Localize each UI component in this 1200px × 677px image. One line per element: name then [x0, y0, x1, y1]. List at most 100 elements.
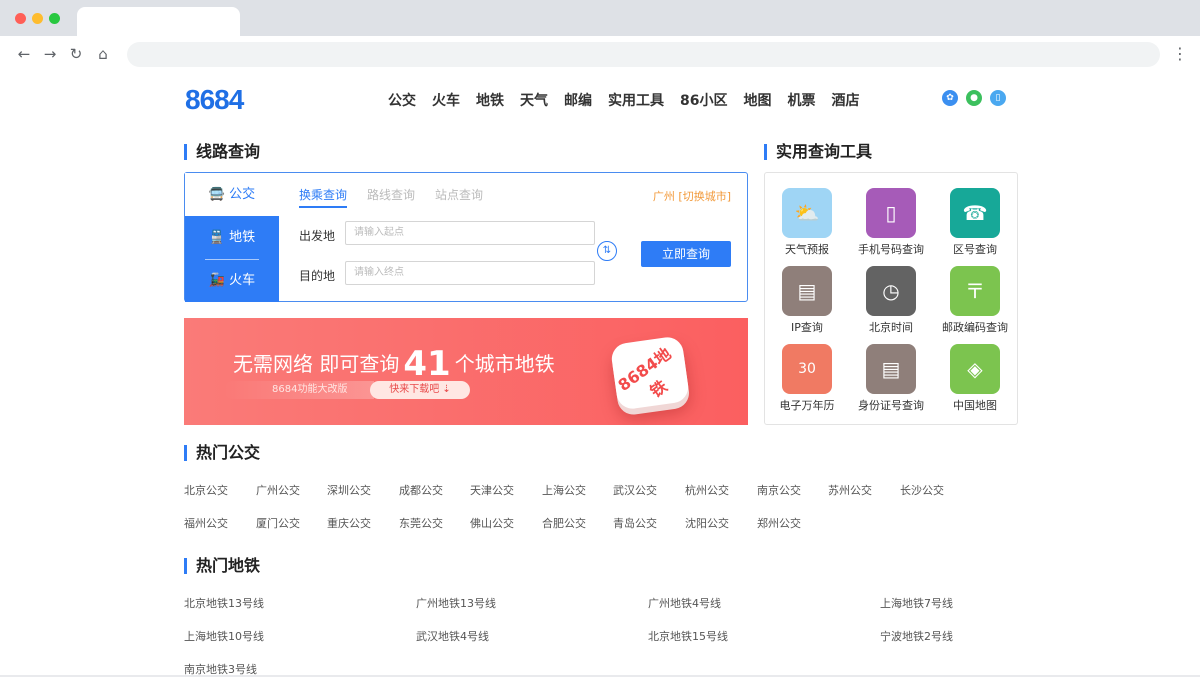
- nav-tools[interactable]: 实用工具: [608, 90, 664, 110]
- tool-beijing-time[interactable]: ◷ 北京时间: [849, 266, 933, 336]
- hot-bus-link[interactable]: 武汉公交: [613, 482, 657, 498]
- hot-bus-link[interactable]: 合肥公交: [542, 515, 586, 531]
- site-logo[interactable]: 8684: [185, 84, 244, 116]
- wechat-icon[interactable]: ●: [966, 90, 982, 106]
- tool-calendar[interactable]: 30 电子万年历: [765, 344, 849, 414]
- telephone-icon: ☎: [950, 188, 1000, 238]
- maximize-window-button[interactable]: [49, 13, 60, 24]
- tab-transfer-query[interactable]: 换乘查询: [299, 186, 348, 208]
- nav-postcode[interactable]: 邮编: [564, 90, 592, 110]
- swap-icon[interactable]: ⇅: [597, 241, 617, 261]
- banner-headline: 无需网络 即可查询 41 个城市地铁: [233, 344, 555, 384]
- route-query-title: 线路查询: [184, 144, 260, 160]
- city-switcher[interactable]: 广州 [切换城市]: [653, 188, 731, 204]
- transport-mode-tabs: 🚍 公交 🚆 地铁 🚂 火车: [185, 173, 279, 302]
- hot-bus-link[interactable]: 沈阳公交: [685, 515, 729, 531]
- tool-areacode[interactable]: ☎ 区号查询: [933, 188, 1017, 258]
- banner-text-before: 无需网络 即可查询: [233, 352, 400, 376]
- tool-weather[interactable]: ⛅ 天气预报: [765, 188, 849, 258]
- tool-postcode[interactable]: 〒邮政编码查询: [933, 266, 1017, 336]
- hot-bus-link[interactable]: 成都公交: [399, 482, 443, 498]
- banner-text-after: 个城市地铁: [454, 352, 555, 376]
- search-button[interactable]: 立即查询: [641, 241, 731, 267]
- tool-ip[interactable]: ▤ IP查询: [765, 266, 849, 336]
- app-banner[interactable]: 无需网络 即可查询 41 个城市地铁 8684功能大改版 快来下载吧 ⇣ 8684地…: [184, 318, 748, 425]
- phone-icon: ▯: [866, 188, 916, 238]
- tool-label: 电子万年历: [779, 399, 835, 412]
- browser-menu-icon[interactable]: ⋮: [1172, 44, 1188, 64]
- tab-subway[interactable]: 🚆 地铁: [185, 216, 279, 259]
- hot-bus-link[interactable]: 长沙公交: [900, 482, 944, 498]
- bus-icon: 🚍: [208, 187, 226, 202]
- close-window-button[interactable]: [15, 13, 26, 24]
- hot-subway-link[interactable]: 北京地铁15号线: [648, 628, 728, 644]
- tool-label: 天气预报: [785, 243, 829, 256]
- hot-bus-link[interactable]: 南京公交: [757, 482, 801, 498]
- hot-subway-link[interactable]: 上海地铁10号线: [184, 628, 264, 644]
- subway-icon: 🚆: [208, 230, 226, 245]
- postal-icon: 〒: [950, 266, 1000, 316]
- weibo-icon[interactable]: ✿: [942, 90, 958, 106]
- hot-bus-link[interactable]: 福州公交: [184, 515, 228, 531]
- nav-weather[interactable]: 天气: [520, 90, 548, 110]
- tool-label: IP查询: [791, 321, 823, 334]
- nav-map[interactable]: 地图: [743, 90, 771, 110]
- hot-subway-link[interactable]: 武汉地铁4号线: [416, 628, 489, 644]
- banner-subtext: 8684功能大改版: [224, 381, 374, 399]
- tab-bus[interactable]: 🚍 公交: [185, 173, 279, 216]
- nav-hotel[interactable]: 酒店: [831, 90, 859, 110]
- hot-bus-link[interactable]: 重庆公交: [327, 515, 371, 531]
- tool-china-map[interactable]: ◈ 中国地图: [933, 344, 1017, 414]
- nav-flight[interactable]: 机票: [787, 90, 815, 110]
- hot-bus-title: 热门公交: [184, 445, 260, 461]
- hot-bus-link[interactable]: 郑州公交: [757, 515, 801, 531]
- hot-subway-link[interactable]: 北京地铁13号线: [184, 595, 264, 611]
- tab-bus-label: 公交: [229, 187, 256, 202]
- hot-bus-link[interactable]: 杭州公交: [685, 482, 729, 498]
- hot-bus-link[interactable]: 天津公交: [470, 482, 514, 498]
- tool-idcard[interactable]: ▤ 身份证号查询: [849, 344, 933, 414]
- address-bar[interactable]: [127, 42, 1160, 67]
- side-tabs-blue: 🚆 地铁 🚂 火车: [185, 216, 279, 302]
- hot-subway-title: 热门地铁: [184, 558, 260, 574]
- tool-label: 北京时间: [869, 321, 913, 334]
- from-input[interactable]: 请输入起点: [345, 221, 595, 245]
- hot-bus-link[interactable]: 东莞公交: [399, 515, 443, 531]
- nav-community[interactable]: 86小区: [680, 90, 727, 110]
- home-icon[interactable]: ⌂: [93, 44, 113, 64]
- from-label: 出发地: [299, 229, 336, 243]
- hot-bus-link[interactable]: 佛山公交: [470, 515, 514, 531]
- tool-label: 邮政编码查询: [942, 321, 1008, 334]
- nav-subway[interactable]: 地铁: [476, 90, 504, 110]
- hot-subway-link[interactable]: 广州地铁4号线: [648, 595, 721, 611]
- hot-bus-link[interactable]: 青岛公交: [613, 515, 657, 531]
- to-input[interactable]: 请输入终点: [345, 261, 595, 285]
- tool-phone[interactable]: ▯ 手机号码查询: [849, 188, 933, 258]
- reload-icon[interactable]: ↻: [66, 44, 86, 64]
- hot-subway-link[interactable]: 上海地铁7号线: [880, 595, 953, 611]
- banner-download-button[interactable]: 快来下载吧 ⇣: [370, 381, 470, 399]
- nav-bus[interactable]: 公交: [388, 90, 416, 110]
- back-arrow-icon[interactable]: ←: [14, 44, 34, 64]
- hot-bus-link[interactable]: 上海公交: [542, 482, 586, 498]
- tools-panel: ⛅ 天气预报 ▯ 手机号码查询 ☎ 区号查询 ▤ IP查询 ◷ 北京时间 〒邮政编码查询 …: [764, 172, 1018, 425]
- tool-label: 中国地图: [953, 399, 997, 412]
- mobile-icon[interactable]: ▯: [990, 90, 1006, 106]
- hot-bus-link[interactable]: 北京公交: [184, 482, 228, 498]
- hot-bus-link[interactable]: 深圳公交: [327, 482, 371, 498]
- tab-station-query[interactable]: 站点查询: [435, 186, 483, 208]
- hot-bus-link[interactable]: 广州公交: [256, 482, 300, 498]
- hot-subway-link[interactable]: 宁波地铁2号线: [880, 628, 953, 644]
- hot-subway-link[interactable]: 广州地铁13号线: [416, 595, 496, 611]
- browser-tab[interactable]: [77, 7, 240, 36]
- hot-bus-link[interactable]: 苏州公交: [828, 482, 872, 498]
- forward-arrow-icon[interactable]: →: [40, 44, 60, 64]
- minimize-window-button[interactable]: [32, 13, 43, 24]
- hot-bus-link[interactable]: 厦门公交: [256, 515, 300, 531]
- tab-route-query[interactable]: 路线查询: [367, 186, 415, 208]
- social-links: ✿ ● ▯: [942, 90, 1006, 106]
- tools-title: 实用查询工具: [764, 144, 872, 160]
- calendar-icon: 30: [782, 344, 832, 394]
- nav-train[interactable]: 火车: [432, 90, 460, 110]
- tab-train[interactable]: 🚂 火车: [185, 259, 279, 302]
